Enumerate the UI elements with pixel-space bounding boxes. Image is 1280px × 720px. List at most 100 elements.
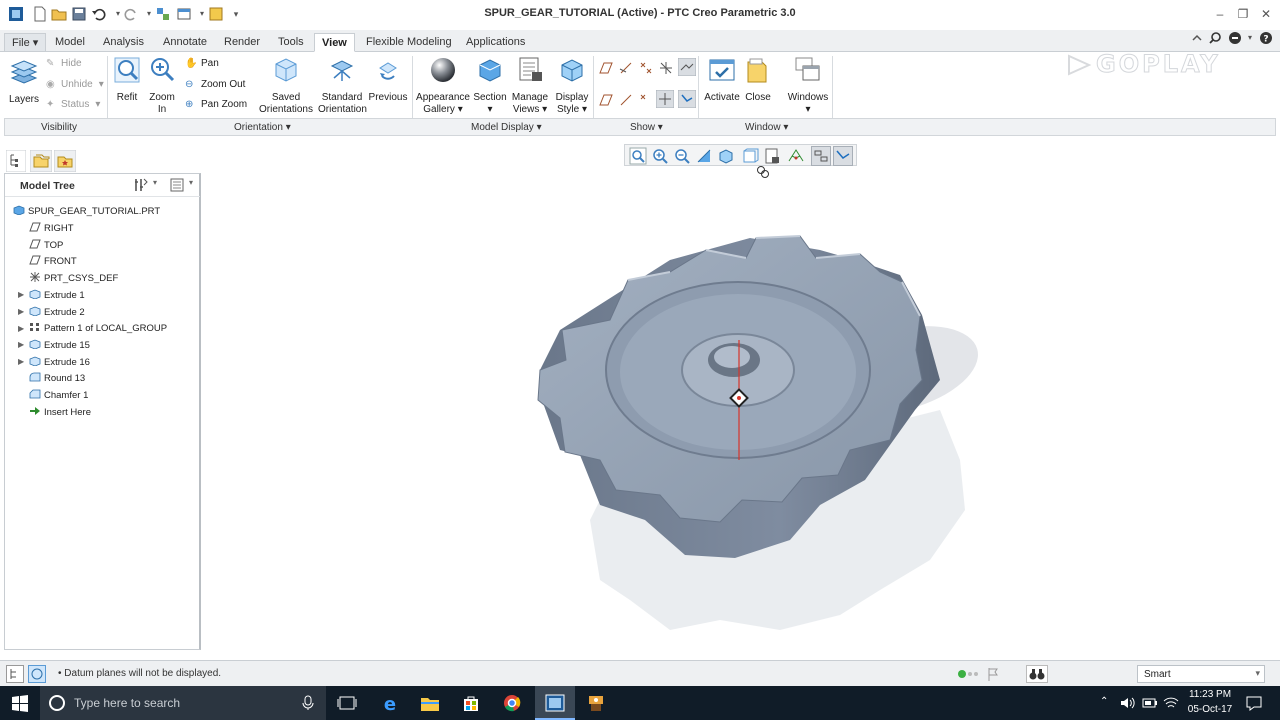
- activate-button[interactable]: Activate: [704, 56, 740, 104]
- tree-item-insert-here[interactable]: Insert Here: [29, 405, 91, 421]
- tree-item-part[interactable]: SPUR_GEAR_TUTORIAL.PRT: [13, 204, 160, 220]
- display-style-icon[interactable]: [717, 147, 735, 165]
- microphone-icon[interactable]: [302, 695, 314, 711]
- show-hidden-icons-icon[interactable]: ⌃: [1100, 696, 1108, 707]
- tree-settings-dropdown-icon[interactable]: ▾: [153, 178, 157, 187]
- tree-item-chamfer-1[interactable]: Chamfer 1: [29, 388, 88, 404]
- tree-item-front[interactable]: FRONT: [29, 254, 77, 270]
- expand-extrude-16-icon[interactable]: ▶: [18, 357, 24, 366]
- hide-button[interactable]: ✎ Hide: [46, 56, 82, 72]
- find-binoculars-icon[interactable]: [1026, 665, 1048, 683]
- collapse-ribbon-icon[interactable]: [1190, 31, 1204, 45]
- tree-item-extrude-15[interactable]: Extrude 15: [29, 338, 90, 354]
- zoom-in-button[interactable]: Zoom In: [145, 56, 179, 116]
- expand-extrude-2-icon[interactable]: ▶: [18, 307, 24, 316]
- section-button[interactable]: Section ▾: [472, 56, 508, 116]
- tree-item-round-13[interactable]: Round 13: [29, 371, 85, 387]
- plane-display-icon[interactable]: [598, 60, 614, 76]
- action-center-icon[interactable]: [1246, 695, 1262, 711]
- annotation-display-icon[interactable]: [833, 146, 853, 166]
- battery-icon[interactable]: [1142, 696, 1158, 710]
- perspective-view-icon[interactable]: [787, 147, 805, 165]
- maximize-icon[interactable]: ❐: [1233, 6, 1253, 22]
- point-tag-icon[interactable]: [638, 92, 654, 108]
- tab-view[interactable]: View: [314, 33, 355, 52]
- tab-analysis[interactable]: Analysis: [96, 33, 151, 52]
- refit-button[interactable]: Refit: [112, 56, 142, 104]
- appearance-gallery-button[interactable]: Appearance Gallery ▾: [416, 56, 470, 116]
- spin-center-icon[interactable]: [678, 58, 696, 76]
- folder-browser-tab-icon[interactable]: [30, 150, 52, 172]
- zoom-out-button[interactable]: ⊖ Zoom Out: [185, 77, 245, 93]
- close-icon[interactable]: ✕: [1256, 6, 1276, 22]
- layers-button[interactable]: Layers: [6, 58, 42, 106]
- tree-item-extrude-2[interactable]: Extrude 2: [29, 305, 85, 321]
- point-display-icon[interactable]: [638, 60, 654, 76]
- minimize-icon[interactable]: –: [1210, 6, 1230, 22]
- axis-tag-icon[interactable]: [618, 92, 634, 108]
- group-show[interactable]: Show ▾: [630, 122, 663, 133]
- taskbar-clock-date[interactable]: 05-Oct-17: [1184, 704, 1236, 715]
- tree-item-csys[interactable]: PRT_CSYS_DEF: [29, 271, 118, 287]
- view-manager-icon[interactable]: [763, 147, 781, 165]
- repaint-icon[interactable]: [695, 147, 713, 165]
- taskbar-search-box[interactable]: Type here to search: [40, 686, 326, 720]
- tab-model[interactable]: Model: [48, 33, 92, 52]
- pan-button[interactable]: ✋ Pan: [185, 56, 219, 72]
- display-style-button[interactable]: Display Style ▾: [552, 56, 592, 116]
- pan-zoom-button[interactable]: ⊕ Pan Zoom: [185, 97, 247, 113]
- wifi-icon[interactable]: [1163, 696, 1179, 710]
- saved-orientations-icon[interactable]: [741, 147, 759, 165]
- unhide-button[interactable]: ◉ Unhide ▾: [46, 77, 104, 93]
- tree-settings-icon[interactable]: [133, 177, 149, 193]
- close-button[interactable]: Close: [742, 56, 774, 104]
- tab-render[interactable]: Render: [217, 33, 267, 52]
- help-icon[interactable]: ?: [1259, 31, 1273, 45]
- status-button[interactable]: ✦ Status ▾: [46, 97, 100, 113]
- zoom-in-icon[interactable]: [651, 147, 669, 165]
- windows-button[interactable]: Windows ▾: [786, 56, 830, 116]
- taskbar-clock-time[interactable]: 11:23 PM: [1184, 689, 1236, 700]
- refit-icon[interactable]: [629, 147, 647, 165]
- tab-applications[interactable]: Applications: [459, 33, 532, 52]
- model-tree-tab-icon[interactable]: [6, 150, 26, 172]
- tree-item-right[interactable]: RIGHT: [29, 221, 74, 237]
- tab-annotate[interactable]: Annotate: [156, 33, 214, 52]
- csys-display-icon[interactable]: [658, 60, 674, 76]
- browser-toggle-icon[interactable]: [28, 665, 46, 683]
- file-explorer-icon[interactable]: [420, 694, 440, 712]
- group-orientation[interactable]: Orientation ▾: [234, 122, 291, 133]
- recorder-app-icon[interactable]: [586, 694, 606, 712]
- manage-views-button[interactable]: Manage Views ▾: [510, 56, 550, 116]
- community-dropdown-icon[interactable]: ▾: [1240, 30, 1260, 46]
- favorites-tab-icon[interactable]: [54, 150, 76, 172]
- tree-show-dropdown-icon[interactable]: ▾: [189, 178, 193, 187]
- previous-button[interactable]: Previous: [368, 56, 408, 104]
- volume-icon[interactable]: [1120, 696, 1136, 710]
- expand-pattern-1-icon[interactable]: ▶: [18, 324, 24, 333]
- plane-tag-icon[interactable]: [598, 92, 614, 108]
- standard-orientation-button[interactable]: Standard Orientation: [318, 56, 367, 116]
- zoom-out-icon[interactable]: [673, 147, 691, 165]
- taskbar-creo-window[interactable]: [535, 686, 575, 720]
- navigator-toggle-icon[interactable]: [6, 665, 24, 683]
- group-window[interactable]: Window ▾: [745, 122, 788, 133]
- group-model-display[interactable]: Model Display ▾: [471, 122, 542, 133]
- tree-item-extrude-16[interactable]: Extrude 16: [29, 355, 90, 371]
- windows-start-icon[interactable]: [10, 694, 30, 712]
- task-view-icon[interactable]: [337, 694, 357, 712]
- search-icon[interactable]: [1208, 31, 1222, 45]
- expand-extrude-15-icon[interactable]: ▶: [18, 340, 24, 349]
- edge-browser-icon[interactable]: e: [380, 694, 400, 712]
- datum-display-filters-icon[interactable]: [811, 146, 831, 166]
- tree-item-pattern-1[interactable]: Pattern 1 of LOCAL_GROUP: [29, 321, 167, 337]
- tab-file[interactable]: File ▾: [4, 33, 47, 52]
- tree-item-top[interactable]: TOP: [29, 238, 63, 254]
- chrome-icon[interactable]: [502, 694, 522, 712]
- expand-extrude-1-icon[interactable]: ▶: [18, 290, 24, 299]
- annotation-display-icon[interactable]: [678, 90, 696, 108]
- axis-display-icon[interactable]: [618, 60, 634, 76]
- tree-show-icon[interactable]: [169, 177, 185, 193]
- tab-flexible-modeling[interactable]: Flexible Modeling: [359, 33, 459, 52]
- tab-tools[interactable]: Tools: [271, 33, 311, 52]
